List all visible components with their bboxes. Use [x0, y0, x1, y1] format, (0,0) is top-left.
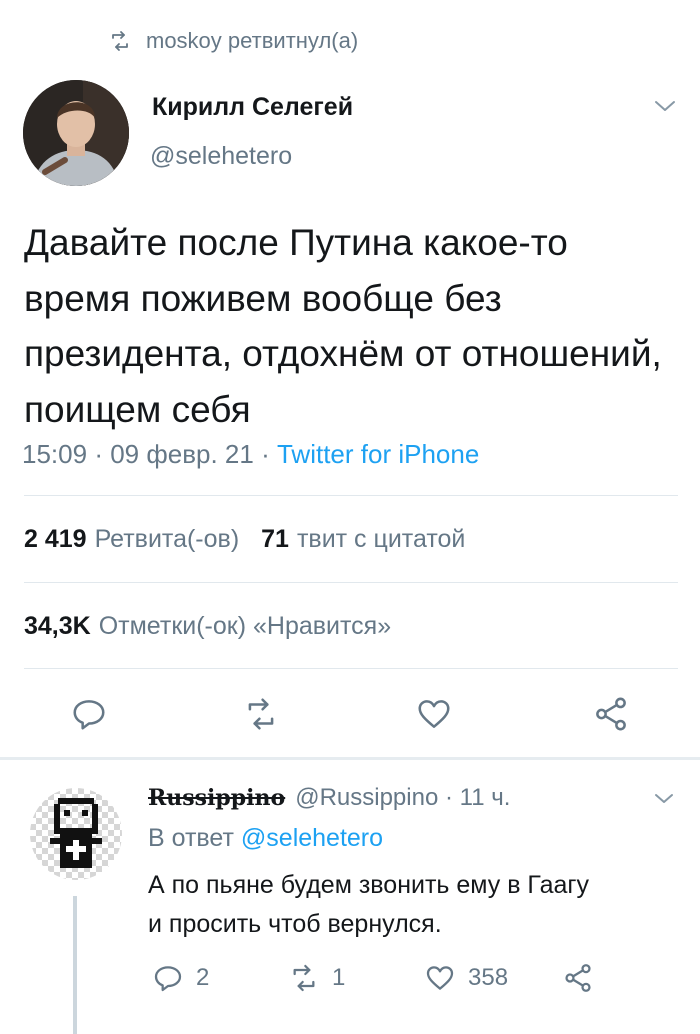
meta-separator: · [261, 439, 277, 469]
reply-reply-button[interactable]: 2 [152, 958, 209, 998]
reply-text: А по пьяне будем звонить ему в Гаагу и п… [148, 866, 668, 944]
reply-button[interactable] [67, 692, 111, 736]
reply-replies-count: 2 [196, 964, 210, 991]
reply-icon [154, 966, 182, 992]
reply-share-button[interactable] [562, 958, 594, 998]
avatar-photo [23, 80, 129, 186]
reply-author-avatar[interactable] [30, 788, 122, 880]
reply-to-line: В ответ @selehetero [148, 824, 383, 853]
retweet-context[interactable]: moskoy ретвитнул(а) [108, 25, 358, 57]
reply-author-name[interactable]: Russippino [148, 785, 285, 811]
thread-line [73, 896, 77, 1034]
share-icon [596, 697, 626, 731]
tweet-source-link[interactable]: Twitter for iPhone [277, 439, 479, 469]
author-avatar[interactable] [23, 80, 129, 186]
retweet-icon [112, 31, 128, 51]
likes-count[interactable]: 34,3K [24, 612, 91, 641]
reply-icon [73, 700, 105, 730]
author-name[interactable]: Кирилл Селегей [152, 93, 353, 122]
likes-label[interactable]: Отметки(-ок) «Нравится» [99, 612, 391, 641]
meta-separator: · [94, 439, 111, 469]
reply-text-line: А по пьяне будем звонить ему в Гаагу [148, 871, 589, 899]
retweet-icon [248, 698, 274, 730]
reply-time: 11 ч. [459, 784, 511, 811]
reply-like-button[interactable]: 358 [424, 958, 508, 998]
like-icon [426, 966, 454, 990]
reply-author-handle[interactable]: @Russippino [295, 784, 438, 812]
reply-prefix: В ответ [148, 824, 234, 852]
tweet-meta: 15:09 · 09 февр. 21 · Twitter for iPhone [22, 439, 479, 470]
pixel-avatar [30, 788, 122, 880]
chevron-down-icon[interactable] [652, 790, 676, 808]
chevron-down-icon[interactable] [652, 96, 678, 116]
quotes-label[interactable]: твит с цитатой [297, 525, 465, 554]
divider [24, 582, 678, 583]
retweets-count[interactable]: 2 419 [24, 525, 87, 554]
divider [24, 495, 678, 496]
like-icon [418, 700, 450, 728]
reply-likes-count: 358 [468, 964, 509, 991]
share-button[interactable] [589, 692, 633, 736]
retweet-icon [293, 964, 315, 992]
reply-retweets-count: 1 [332, 964, 346, 991]
retweets-label[interactable]: Ретвита(-ов) [95, 525, 240, 554]
retweet-button[interactable] [239, 692, 283, 736]
like-stats: 34,3K Отметки(-ок) «Нравится» [24, 612, 391, 641]
tweet-time: 15:09 [22, 439, 88, 469]
meta-separator: · [438, 784, 460, 811]
like-button[interactable] [412, 692, 456, 736]
tweet-date: 09 февр. 21 [110, 439, 254, 469]
divider [24, 668, 678, 669]
reply-header: Russippino @Russippino · 11 ч. [148, 784, 510, 812]
reply-to-link[interactable]: @selehetero [241, 824, 383, 852]
retweet-context-text: moskoy ретвитнул(а) [146, 28, 359, 53]
reply-retweet-button[interactable]: 1 [288, 958, 345, 998]
author-handle[interactable]: @selehetero [150, 142, 292, 171]
share-icon [565, 964, 591, 992]
retweet-stats: 2 419 Ретвита(-ов) 71 твит с цитатой [24, 525, 465, 554]
tweet-text: Давайте после Путина какое-то время пожи… [24, 222, 662, 430]
section-separator [0, 757, 700, 760]
quotes-count[interactable]: 71 [261, 525, 289, 554]
reply-text-line: и просить чтоб вернулся. [148, 910, 442, 938]
